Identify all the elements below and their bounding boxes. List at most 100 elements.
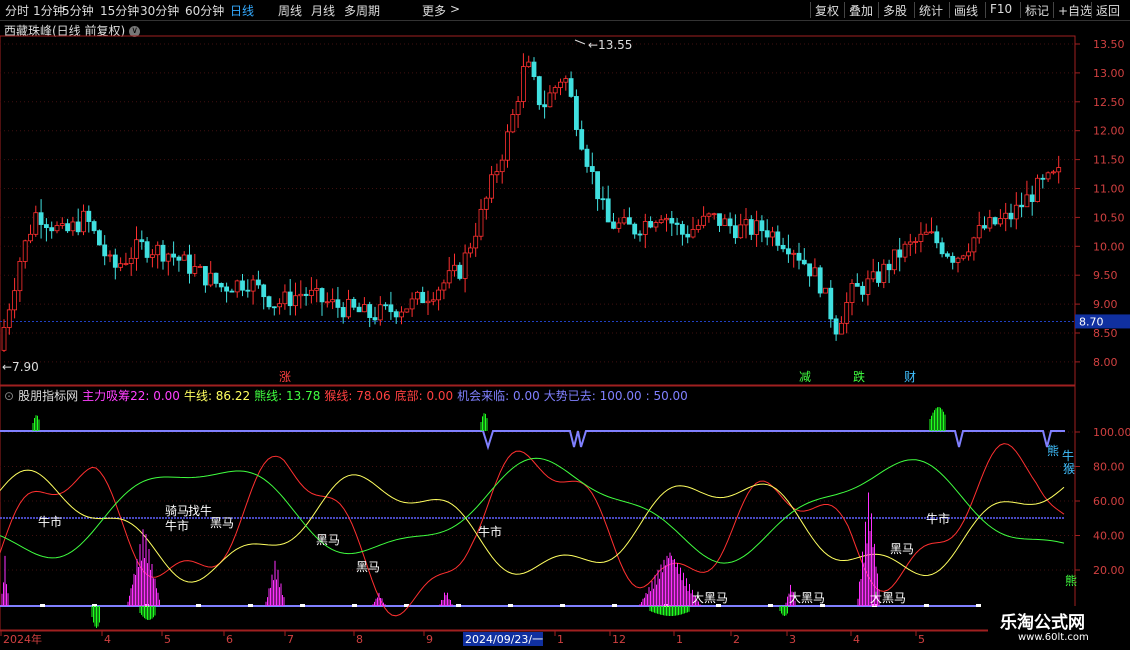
candle-body bbox=[28, 233, 33, 242]
candle-body bbox=[462, 252, 468, 279]
stock-chart[interactable]: 13.50 13.00 12.50 12.00 11.50 11.00 10.50 10.00… bbox=[0, 0, 1130, 650]
candle-body bbox=[70, 221, 76, 232]
candle-body bbox=[711, 213, 717, 216]
candle-body bbox=[674, 222, 680, 225]
candle-body bbox=[282, 291, 288, 305]
candle-body bbox=[144, 241, 150, 258]
candle-body bbox=[854, 283, 860, 287]
x-axis-label: 8 bbox=[356, 633, 363, 646]
candle-body bbox=[38, 212, 44, 225]
candle-body bbox=[255, 279, 261, 286]
candle-body bbox=[695, 224, 701, 230]
candle-body bbox=[181, 254, 187, 261]
indicator-label-10: 大黑马 bbox=[870, 591, 906, 605]
candle-body bbox=[934, 231, 940, 244]
price-axis-label: 13.50 bbox=[1093, 38, 1125, 51]
indicator-axis-label: 20.00 bbox=[1093, 564, 1125, 577]
indicator-label-13: 熊 bbox=[1065, 573, 1077, 588]
candle-body bbox=[791, 252, 797, 255]
high-marker-line bbox=[574, 39, 586, 45]
bottom-marker bbox=[768, 604, 773, 607]
candle-body bbox=[701, 215, 706, 226]
candle-body bbox=[823, 287, 828, 294]
candle-body bbox=[208, 272, 214, 286]
price-axis-label: 8.50 bbox=[1093, 327, 1118, 340]
candle-body bbox=[303, 293, 309, 296]
candle-body bbox=[425, 300, 431, 304]
price-axis-label: 10.50 bbox=[1093, 211, 1125, 224]
candle-body bbox=[680, 224, 685, 235]
bottom-marker bbox=[560, 604, 565, 607]
candle-body bbox=[430, 299, 436, 302]
candle-body bbox=[1, 327, 7, 351]
candle-body bbox=[165, 253, 171, 262]
indicator-label-3: 牛市 bbox=[165, 518, 189, 533]
candle-body bbox=[515, 101, 521, 115]
candle-body bbox=[531, 61, 537, 78]
bottom-marker bbox=[924, 604, 929, 607]
candle-body bbox=[690, 229, 696, 238]
candle-body bbox=[213, 272, 219, 284]
candle-body bbox=[351, 298, 357, 308]
candle-body bbox=[770, 231, 775, 238]
bull-line bbox=[0, 469, 1065, 583]
indicator-label-16: 熊 bbox=[1047, 443, 1059, 458]
candle-body bbox=[775, 231, 781, 246]
candle-body bbox=[568, 78, 574, 97]
candle-body bbox=[817, 267, 823, 294]
candle-body bbox=[1051, 171, 1056, 174]
candle-body bbox=[786, 248, 791, 255]
candle-body bbox=[907, 241, 913, 245]
candle-body bbox=[112, 254, 118, 268]
candle-body bbox=[372, 317, 378, 321]
candle-body bbox=[330, 299, 336, 303]
candle-body bbox=[1056, 167, 1062, 173]
x-axis-label: 3 bbox=[789, 633, 796, 646]
candle-body bbox=[59, 223, 65, 226]
candle-body bbox=[669, 218, 675, 224]
bottom-marker bbox=[196, 604, 201, 607]
candle-body bbox=[192, 266, 198, 274]
candle-body bbox=[224, 286, 230, 292]
candle-body bbox=[160, 244, 166, 262]
signal-label-2: 跌 bbox=[853, 369, 865, 384]
high-price-marker: ←13.55 bbox=[588, 38, 632, 52]
candle-body bbox=[764, 230, 770, 238]
candle-body bbox=[971, 237, 977, 253]
candle-body bbox=[298, 293, 304, 297]
candle-body bbox=[902, 243, 908, 258]
candle-body bbox=[123, 263, 129, 265]
indicator-axis-label: 80.00 bbox=[1093, 461, 1125, 474]
candle-body bbox=[218, 283, 224, 288]
candle-body bbox=[1019, 204, 1024, 208]
candle-body bbox=[923, 231, 929, 235]
bottom-marker bbox=[508, 604, 513, 607]
candle-body bbox=[293, 295, 298, 307]
indicator-label-0: 牛市 bbox=[38, 514, 62, 529]
candle-body bbox=[1045, 172, 1051, 180]
candle-body bbox=[510, 114, 516, 133]
indicator-label-8: 大黑马 bbox=[692, 591, 728, 605]
candle-body bbox=[102, 244, 108, 257]
price-axis-label: 11.50 bbox=[1093, 154, 1125, 167]
candle-body bbox=[552, 87, 558, 94]
candle-body bbox=[780, 244, 786, 250]
x-axis-label: 2 bbox=[733, 633, 740, 646]
indicator-axis-label: 60.00 bbox=[1093, 495, 1125, 508]
candle-body bbox=[526, 61, 532, 68]
candle-body bbox=[1024, 194, 1030, 208]
candle-body bbox=[685, 233, 691, 238]
candle-body bbox=[446, 270, 452, 284]
signal-label-3: 财 bbox=[904, 370, 916, 384]
price-axis-label: 12.00 bbox=[1093, 125, 1125, 138]
candle-body bbox=[118, 263, 123, 268]
signal-label-0: 涨 bbox=[279, 369, 291, 384]
candle-body bbox=[653, 222, 659, 228]
candle-body bbox=[91, 221, 97, 232]
candle-body bbox=[960, 255, 966, 259]
candle-body bbox=[44, 224, 49, 229]
candle-body bbox=[187, 254, 192, 274]
candle-body bbox=[54, 225, 60, 232]
candle-body bbox=[107, 254, 113, 257]
candle-body bbox=[870, 271, 876, 280]
